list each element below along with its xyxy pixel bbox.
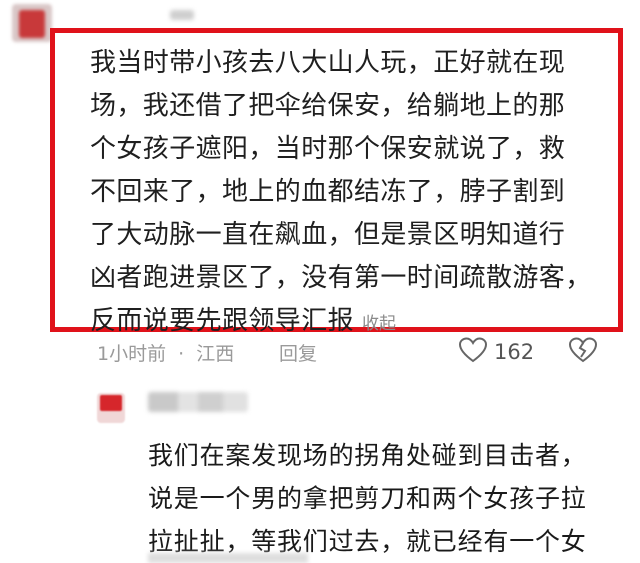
comment-location: 江西 bbox=[196, 343, 235, 365]
comment-text: 我当时带小孩去八大山人玩，正好就在现 场，我还借了把伞给保安，给躺地上的那 个女… bbox=[90, 42, 620, 346]
commenter-name-blurred bbox=[148, 392, 248, 412]
like-count: 162 bbox=[494, 340, 535, 364]
comment-meta: 1小时前 · 江西 bbox=[97, 339, 234, 369]
comment-line: 凶者跑进景区了，没有第一时间疏散游客， bbox=[90, 263, 592, 293]
like-button[interactable]: 162 bbox=[458, 336, 534, 368]
comment-line: 我们在案发现场的拐角处碰到目击者， bbox=[148, 441, 587, 470]
dislike-button[interactable] bbox=[568, 336, 598, 368]
comment-line: 个女孩子遮阳，当时那个保安就说了，救 bbox=[90, 134, 566, 164]
broken-heart-icon bbox=[568, 337, 598, 368]
commenter-avatar[interactable] bbox=[97, 393, 125, 423]
comment-line: 说是一个男的拿把剪刀和两个女孩子拉 bbox=[148, 484, 587, 513]
commenter-name-blurred bbox=[170, 10, 194, 20]
commenter-avatar[interactable] bbox=[12, 4, 52, 42]
meta-separator: · bbox=[178, 343, 185, 365]
comment-line: 场，我还借了把伞给保安，给躺地上的那 bbox=[90, 91, 566, 121]
next-comment-blurred bbox=[148, 553, 308, 563]
comment-line-text: 反而说要先跟领导汇报 bbox=[90, 306, 355, 336]
comment-text: 我们在案发现场的拐角处碰到目击者， 说是一个男的拿把剪刀和两个女孩子拉 拉扯扯，… bbox=[148, 434, 628, 563]
comment-line: 了大动脉一直在飙血，但是景区明知道行 bbox=[90, 220, 566, 250]
heart-outline-icon bbox=[458, 336, 488, 368]
reply-button[interactable]: 回复 bbox=[279, 339, 317, 366]
collapse-link[interactable]: 收起 bbox=[362, 314, 396, 334]
comment-line: 我当时带小孩去八大山人玩，正好就在现 bbox=[90, 48, 566, 78]
comment-time: 1小时前 bbox=[97, 343, 167, 365]
comment-line: 不回来了，地上的血都结冻了，脖子割到 bbox=[90, 177, 566, 207]
